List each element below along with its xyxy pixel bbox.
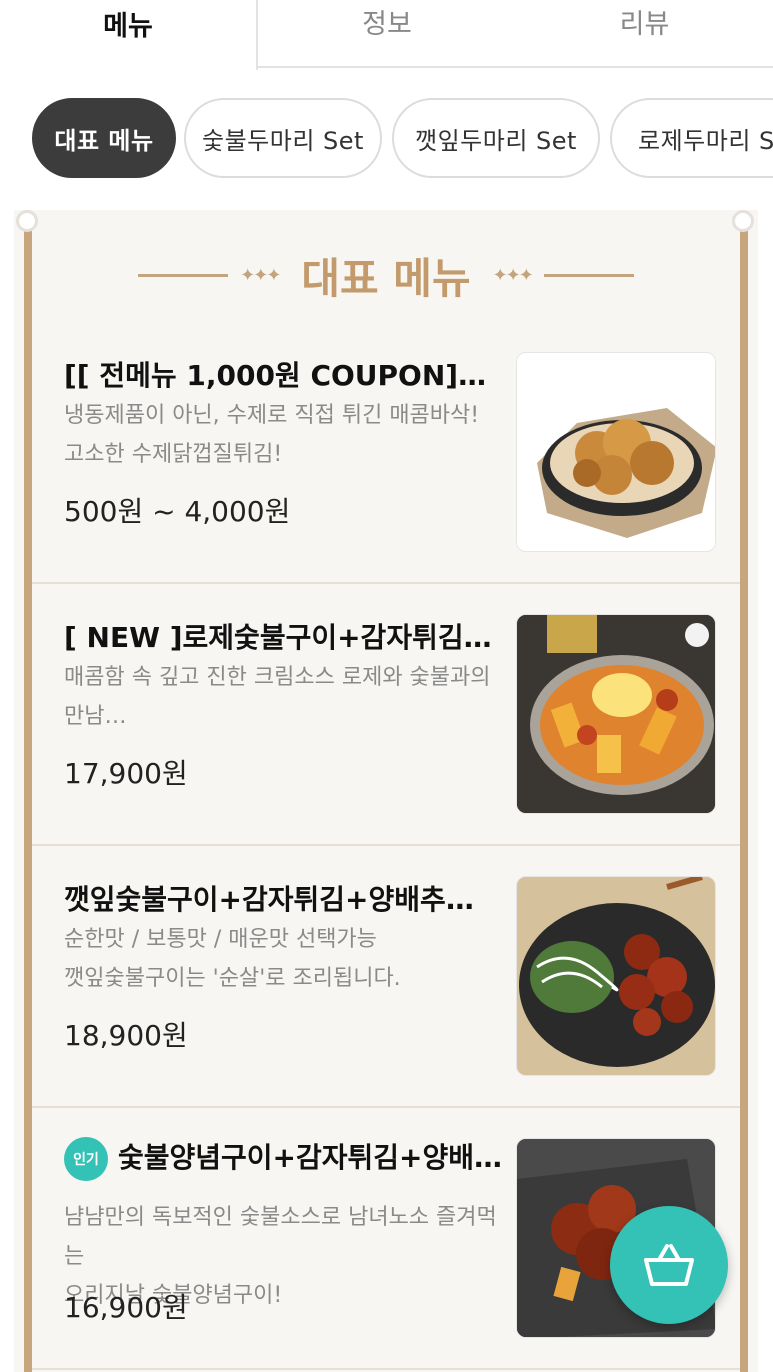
item-price: 500원 ~ 4,000원: [64, 495, 291, 528]
perilla-chicken-plate-photo: [517, 877, 715, 1075]
rail-cap-right: [732, 210, 754, 232]
item-description: 냉동제품이 아닌, 수제로 직접 튀긴 매콤바삭! 고소한 수제닭껍질튀김!: [64, 396, 504, 474]
item-image: [516, 876, 716, 1076]
menu-item[interactable]: [ NEW ]로제숯불구이+감자튀김+… 매콤함 속 깊고 진한 크림소스 로제…: [32, 584, 740, 846]
item-desc-line: 깻잎숯불구이는 '순살'로 조리됩니다.: [64, 966, 401, 991]
rose-chicken-pan-photo: [517, 615, 715, 813]
item-image: [516, 614, 716, 814]
chip-charcoal-set[interactable]: 숯불두마리 Set: [184, 98, 382, 178]
ornament-line-left: [138, 273, 229, 277]
item-name: 깻잎숯불구이+감자튀김+양배추샐…: [64, 883, 494, 916]
cart-button[interactable]: [610, 1206, 728, 1324]
tab-bar: 메뉴 정보 리뷰: [0, 0, 773, 70]
section-header: ✦✦✦ 대표 메뉴 ✦✦✦: [14, 240, 758, 310]
tab-menu[interactable]: 메뉴: [0, 0, 258, 70]
item-price: 18,900원: [64, 1019, 188, 1052]
ornament-dots-right: ✦✦✦: [492, 264, 534, 286]
ornament-dots-left: ✦✦✦: [240, 264, 281, 286]
board-rail-right: [740, 222, 748, 1372]
menu-board: ✦✦✦ 대표 메뉴 ✦✦✦ [[ 전메뉴 1,000원 COUPON]]수… 냉…: [14, 210, 758, 1372]
item-desc-line: 냠냠만의 독보적인 숯불소스로 남녀노소 즐겨먹는: [64, 1205, 497, 1269]
tab-info[interactable]: 정보: [258, 0, 516, 66]
menu-item[interactable]: [[ 전메뉴 1,000원 COUPON]]수… 냉동제품이 아닌, 수제로 직…: [32, 322, 740, 584]
item-desc-line: 매콤함 속 깊고 진한 크림소스 로제와 숯불과의: [64, 665, 491, 690]
tab-menu-label: 메뉴: [103, 10, 153, 42]
tab-review-label: 리뷰: [619, 8, 670, 40]
item-name: 인기 숯불양념구이+감자튀김+양배…: [64, 1136, 504, 1181]
category-chips: 대표 메뉴 숯불두마리 Set 깻잎두마리 Set 로제두마리 Se: [0, 98, 773, 180]
section-title: 대표 메뉴: [301, 253, 471, 303]
menu-item[interactable]: 깻잎숯불구이+감자튀김+양배추샐… 순한맛 / 보통맛 / 매운맛 선택가능 깻…: [32, 846, 740, 1108]
tab-review[interactable]: 리뷰: [516, 0, 773, 66]
tab-info-label: 정보: [362, 8, 412, 40]
item-name: [ NEW ]로제숯불구이+감자튀김+…: [64, 621, 494, 654]
ornament-line-right: [543, 273, 634, 277]
basket-icon: [644, 1244, 694, 1286]
item-image: [516, 352, 716, 552]
popular-badge: 인기: [64, 1137, 108, 1181]
item-description: 매콤함 속 깊고 진한 크림소스 로제와 숯불과의 만남…: [64, 658, 504, 736]
item-desc-line: 고소한 수제닭껍질튀김!: [64, 442, 283, 467]
item-price: 17,900원: [64, 757, 188, 790]
chip-rose-set[interactable]: 로제두마리 Se: [610, 98, 773, 178]
item-description: 순한맛 / 보통맛 / 매운맛 선택가능 깻잎숯불구이는 '순살'로 조리됩니다…: [64, 920, 504, 998]
chip-perilla-set[interactable]: 깻잎두마리 Set: [392, 98, 600, 178]
item-name: [[ 전메뉴 1,000원 COUPON]]수…: [64, 359, 494, 392]
rail-cap-left: [16, 210, 38, 232]
item-desc-line: 순한맛 / 보통맛 / 매운맛 선택가능: [64, 927, 377, 952]
item-name-text: 숯불양념구이+감자튀김+양배…: [118, 1141, 503, 1174]
board-rail-left: [24, 222, 32, 1372]
fried-chicken-skin-photo: [517, 353, 715, 551]
item-desc-line: 냉동제품이 아닌, 수제로 직접 튀긴 매콤바삭!: [64, 403, 480, 428]
chip-signature-menu[interactable]: 대표 메뉴: [32, 98, 176, 178]
item-desc-line: 만남…: [64, 704, 127, 729]
item-price: 16,900원: [64, 1291, 188, 1324]
